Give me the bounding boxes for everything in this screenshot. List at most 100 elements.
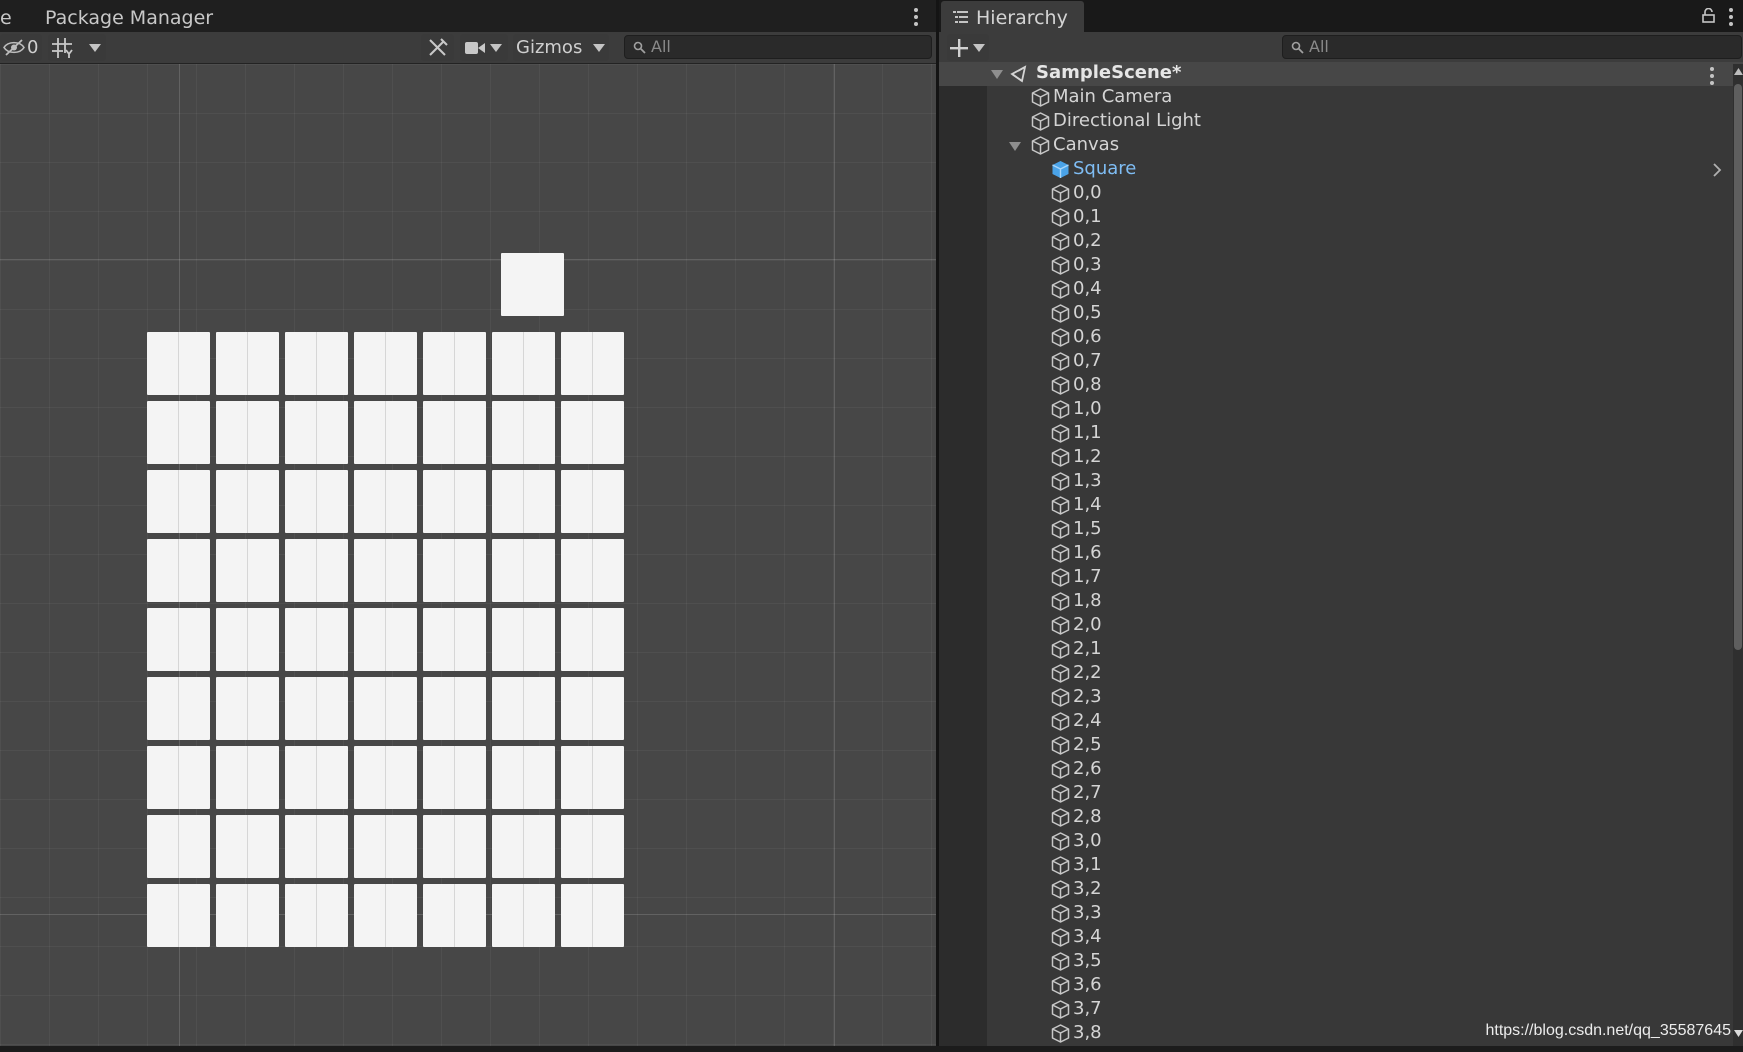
grid-tile[interactable] [423,608,486,671]
tab-package-manager[interactable]: Package Manager [45,3,213,32]
grid-tile[interactable] [354,539,417,602]
grid-tile[interactable] [423,677,486,740]
hierarchy-gutter [939,64,987,1046]
grid-tile[interactable] [147,608,210,671]
grid-tile[interactable] [354,470,417,533]
grid-tile[interactable] [492,608,555,671]
scene-viewport[interactable] [0,64,936,1046]
grid-tile[interactable] [147,332,210,395]
grid-tile[interactable] [561,608,624,671]
scroll-down-icon[interactable] [1734,1030,1743,1037]
more-options-icon[interactable] [1729,8,1735,29]
gameobject-cube-icon [1031,88,1050,114]
grid-tile[interactable] [354,815,417,878]
grid-tile[interactable] [354,401,417,464]
grid-tile[interactable] [423,470,486,533]
scene-tools-button[interactable] [421,34,454,61]
grid-tile[interactable] [354,884,417,947]
scrollbar-thumb[interactable] [1734,84,1742,650]
grid-tile[interactable] [216,815,279,878]
grid-tile[interactable] [423,746,486,809]
hierarchy-item-label: 3,0 [1073,830,1102,851]
grid-tile[interactable] [423,539,486,602]
grid-tile[interactable] [561,815,624,878]
grid-tile[interactable] [147,539,210,602]
grid-tile[interactable] [216,608,279,671]
hierarchy-item-label: 1,4 [1073,494,1102,515]
tab-hierarchy[interactable]: Hierarchy [941,1,1084,32]
gameobject-cube-icon [1051,448,1070,474]
grid-tile[interactable] [285,815,348,878]
hierarchy-item-label: 3,4 [1073,926,1102,947]
grid-tile[interactable] [492,470,555,533]
grid-tile[interactable] [354,332,417,395]
gizmos-dropdown[interactable]: Gizmos [513,34,609,61]
grid-tile[interactable] [561,677,624,740]
grid-tile[interactable] [561,332,624,395]
grid-tile[interactable] [423,332,486,395]
grid-tile[interactable] [216,677,279,740]
grid-tile[interactable] [147,746,210,809]
grid-tile[interactable] [147,815,210,878]
grid-tile[interactable] [285,746,348,809]
grid-tile[interactable] [561,539,624,602]
grid-tile[interactable] [561,884,624,947]
create-object-dropdown[interactable] [947,34,989,61]
grid-tile[interactable] [561,746,624,809]
grid-tile[interactable] [354,677,417,740]
grid-tile[interactable] [423,884,486,947]
grid-tile[interactable] [147,677,210,740]
expand-arrow-icon[interactable] [991,70,1003,79]
grid-tile[interactable] [216,332,279,395]
grid-tile[interactable] [285,401,348,464]
grid-tile[interactable] [147,470,210,533]
hierarchy-search-field[interactable]: All [1282,35,1742,59]
grid-tile[interactable] [492,539,555,602]
tile-outline [454,884,455,947]
tile-outline [316,884,317,947]
grid-tile[interactable] [147,401,210,464]
square-sprite[interactable] [501,253,564,316]
lock-icon[interactable] [1702,8,1715,23]
gameobject-cube-icon [1051,424,1070,450]
tile-outline [454,332,455,395]
grid-tile[interactable] [561,470,624,533]
grid-tile[interactable] [285,677,348,740]
grid-tile[interactable] [354,746,417,809]
grid-tile[interactable] [492,746,555,809]
chevron-right-icon[interactable] [1712,163,1722,177]
grid-tile[interactable] [492,401,555,464]
grid-tile[interactable] [147,884,210,947]
tab-scene-partial[interactable]: e [0,3,12,32]
grid-tile[interactable] [423,401,486,464]
grid-tile[interactable] [285,539,348,602]
tile-outline [592,332,593,395]
scroll-up-icon[interactable] [1734,68,1743,75]
grid-tile[interactable] [285,608,348,671]
grid-tile[interactable] [285,332,348,395]
scene-visibility-toggle[interactable]: 0 [0,34,42,61]
grid-tile[interactable] [492,884,555,947]
grid-snapping-dropdown[interactable] [48,34,106,61]
grid-tile[interactable] [285,884,348,947]
expand-arrow-icon[interactable] [1009,142,1021,151]
camera-dropdown[interactable] [460,34,508,61]
grid-tile[interactable] [216,470,279,533]
grid-tile[interactable] [354,608,417,671]
scene-root-row[interactable]: SampleScene* [939,62,1743,86]
hierarchy-item-label: 1,3 [1073,470,1102,491]
grid-tile[interactable] [561,401,624,464]
grid-tile[interactable] [285,470,348,533]
scene-options-icon[interactable] [1710,67,1716,88]
grid-tile[interactable] [216,401,279,464]
grid-tile[interactable] [216,884,279,947]
grid-tile[interactable] [492,332,555,395]
grid-tile[interactable] [492,677,555,740]
grid-tile[interactable] [216,539,279,602]
more-options-icon[interactable] [914,8,920,29]
grid-tile[interactable] [423,815,486,878]
grid-tile[interactable] [216,746,279,809]
scene-search-field[interactable]: All [624,35,932,59]
tile-outline [178,470,179,533]
grid-tile[interactable] [492,815,555,878]
